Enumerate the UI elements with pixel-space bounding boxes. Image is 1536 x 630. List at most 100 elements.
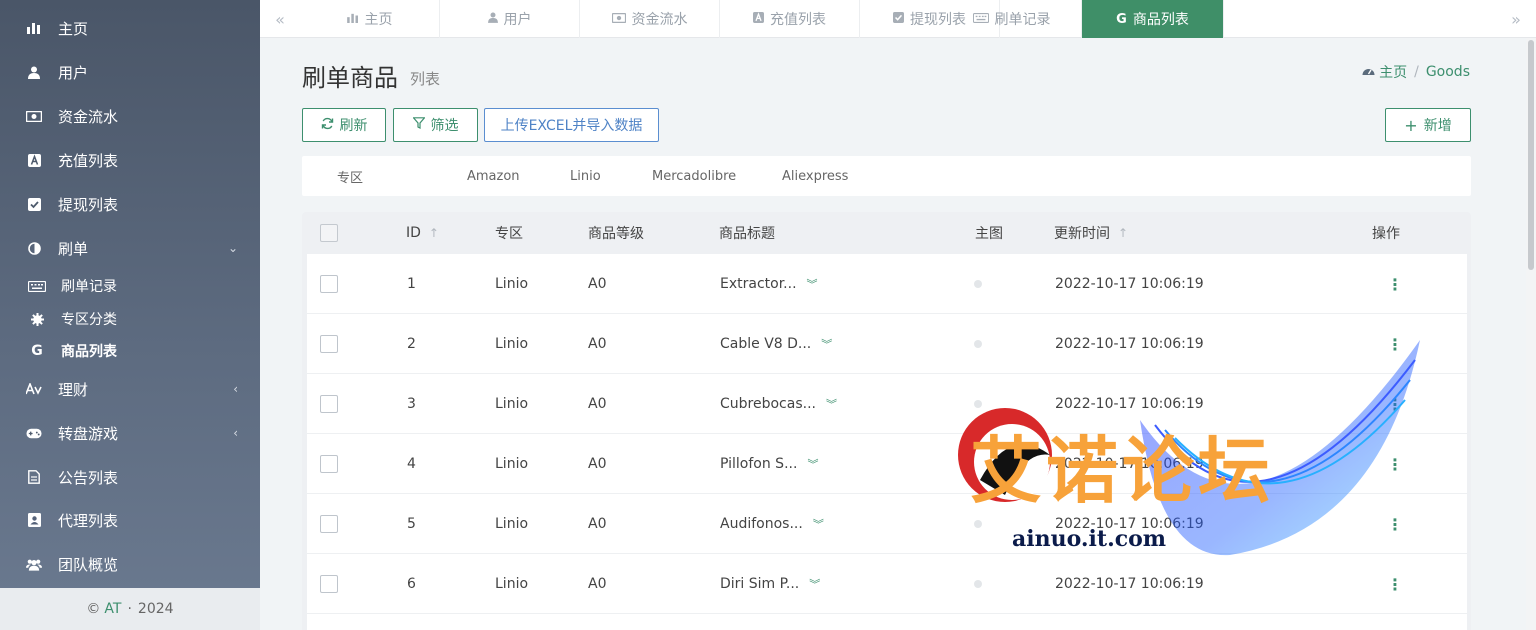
cell-level-text: A0 (588, 396, 607, 412)
row-actions-button[interactable]: ⋮ (1387, 494, 1403, 554)
image-placeholder-icon (974, 580, 982, 588)
zone-tab-aliexpress[interactable]: Aliexpress (782, 156, 848, 196)
tab-brush-records-inner[interactable]: 刷单记录 (942, 0, 1082, 38)
sidebar-item-label: 转盘游戏 (58, 424, 119, 443)
sidebar-subitem-brush-records[interactable]: 刷单记录 (0, 271, 260, 301)
tab-cashflow[interactable]: 资金流水 (580, 0, 720, 38)
select-all-checkbox[interactable] (320, 212, 338, 254)
cell-updated: 2022-10-17 10:06:19 (1055, 314, 1204, 374)
sidebar-item-announcements[interactable]: 公告列表 (0, 457, 260, 497)
filter-button[interactable]: 筛选 (393, 108, 478, 142)
users-icon (26, 556, 42, 572)
tab-recharge[interactable]: 充值列表 (720, 0, 860, 38)
sidebar-item-cashflow[interactable]: 资金流水 (0, 96, 260, 136)
scrollbar-thumb[interactable] (1528, 40, 1534, 270)
cell-level: A0 (588, 314, 606, 374)
tab-home[interactable]: 主页 (300, 0, 440, 38)
more-vertical-icon[interactable]: ⋮ (1387, 575, 1403, 594)
zone-tab-all[interactable]: 专区 (337, 156, 363, 196)
sidebar-item-wheel-game[interactable]: 转盘游戏 ‹ (0, 413, 260, 453)
filter-label: 筛选 (430, 118, 459, 134)
upload-excel-button[interactable]: 上传EXCEL并导入数据 (484, 108, 659, 142)
row-checkbox[interactable] (320, 254, 338, 314)
row-actions-button[interactable]: ⋮ (1387, 254, 1403, 314)
money-icon (611, 12, 626, 26)
sidebar-item-home[interactable]: 主页 (0, 8, 260, 48)
zone-tab-amazon[interactable]: Amazon (467, 156, 520, 196)
a-square-icon (26, 152, 42, 168)
checkbox[interactable] (320, 275, 338, 293)
refresh-label: 刷新 (339, 118, 368, 134)
more-vertical-icon[interactable]: ⋮ (1387, 335, 1403, 354)
more-vertical-icon[interactable]: ⋮ (1387, 275, 1403, 294)
checkbox[interactable] (320, 395, 338, 413)
cell-title: Diri Sim P... ︾ (720, 554, 820, 614)
cell-id: 6 (407, 554, 416, 614)
expand-double-chevron-icon[interactable]: ︾ (809, 576, 820, 592)
expand-double-chevron-icon[interactable]: ︾ (826, 396, 837, 412)
gamepad-icon (26, 425, 42, 441)
checkbox[interactable] (320, 575, 338, 593)
sidebar-item-users[interactable]: 用户 (0, 52, 260, 92)
cell-id-text: 6 (407, 576, 416, 592)
tabs-scroll-right-button[interactable]: » (1496, 0, 1536, 38)
expand-double-chevron-icon[interactable]: ︾ (813, 516, 824, 532)
expand-double-chevron-icon[interactable]: ︾ (807, 456, 818, 472)
footer-brand-link[interactable]: AT (104, 601, 121, 617)
refresh-button[interactable]: 刷新 (302, 108, 386, 142)
column-header-level: 商品等级 (588, 226, 644, 242)
sidebar-item-finance[interactable]: 理财 ‹ (0, 369, 260, 409)
row-actions-button[interactable]: ⋮ (1387, 434, 1403, 494)
sidebar-item-brush[interactable]: 刷单 ⌄ (0, 228, 260, 268)
tabs-scroll-left-button[interactable]: « (260, 0, 300, 38)
checkbox[interactable] (320, 335, 338, 353)
cell-id-text: 3 (407, 396, 416, 412)
column-header-updated[interactable]: 更新时间 ↑ (1054, 212, 1128, 254)
row-actions-button[interactable]: ⋮ (1387, 554, 1403, 614)
cell-title-text: Cable V8 D... (720, 336, 812, 352)
sidebar-item-agents[interactable]: 代理列表 (0, 500, 260, 540)
sidebar-subitem-goods-list[interactable]: G 商品列表 (0, 336, 260, 366)
cell-id: 3 (407, 374, 416, 434)
sidebar-item-withdraw[interactable]: 提现列表 (0, 184, 260, 224)
sidebar-item-label: 资金流水 (58, 107, 119, 126)
row-actions-button[interactable]: ⋮ (1387, 374, 1403, 434)
row-checkbox[interactable] (320, 494, 338, 554)
cell-level: A0 (588, 494, 606, 554)
checkbox[interactable] (320, 455, 338, 473)
more-vertical-icon[interactable]: ⋮ (1387, 455, 1403, 474)
sidebar-item-team-overview[interactable]: 团队概览 (0, 544, 260, 584)
table-row: 3 Linio A0 Cubrebocas... ︾ 2022-10-17 10:06:1… (307, 374, 1467, 434)
zone-tab-mercadolibre[interactable]: Mercadolibre (652, 156, 736, 196)
row-checkbox[interactable] (320, 434, 338, 494)
zone-tab-linio[interactable]: Linio (570, 156, 601, 196)
tab-label: 商品列表 (1132, 12, 1189, 28)
sidebar-item-recharge[interactable]: 充值列表 (0, 140, 260, 180)
table-body: 1 Linio A0 Extractor... ︾ 2022-10-17 10:06:19… (307, 254, 1467, 630)
column-header-id[interactable]: ID ↑ (406, 212, 439, 254)
row-checkbox[interactable] (320, 314, 338, 374)
tab-users[interactable]: 用户 (440, 0, 580, 38)
page-scrollbar[interactable] (1526, 38, 1536, 630)
breadcrumb-home-link[interactable]: 主页 (1379, 62, 1407, 82)
row-checkbox[interactable] (320, 554, 338, 614)
tab-goods-list[interactable]: G 商品列表 (1082, 0, 1224, 38)
sidebar-item-label: 公告列表 (58, 468, 119, 487)
sidebar-subitem-zone-category[interactable]: 专区分类 (0, 304, 260, 334)
cell-zone-text: Linio (495, 576, 529, 592)
expand-double-chevron-icon[interactable]: ︾ (821, 336, 832, 352)
sidebar-item-label: 刷单记录 (61, 279, 117, 295)
image-placeholder-icon (974, 520, 982, 528)
cell-title-text: Diri Sim P... (720, 576, 800, 592)
more-vertical-icon[interactable]: ⋮ (1387, 515, 1403, 534)
sidebar: 主页 用户 资金流水 充值列表 提现列表 刷单 ⌄ 刷单记录 专区分类 G 商品… (0, 0, 260, 630)
row-actions-button[interactable]: ⋮ (1387, 314, 1403, 374)
more-vertical-icon[interactable]: ⋮ (1387, 395, 1403, 414)
row-checkbox[interactable] (320, 374, 338, 434)
chevron-left-icon: ‹ (233, 426, 238, 440)
checkbox[interactable] (320, 515, 338, 533)
cell-zone-text: Linio (495, 516, 529, 532)
add-button[interactable]: + 新增 (1385, 108, 1471, 142)
bar-chart-icon (346, 12, 359, 26)
expand-double-chevron-icon[interactable]: ︾ (807, 276, 818, 292)
